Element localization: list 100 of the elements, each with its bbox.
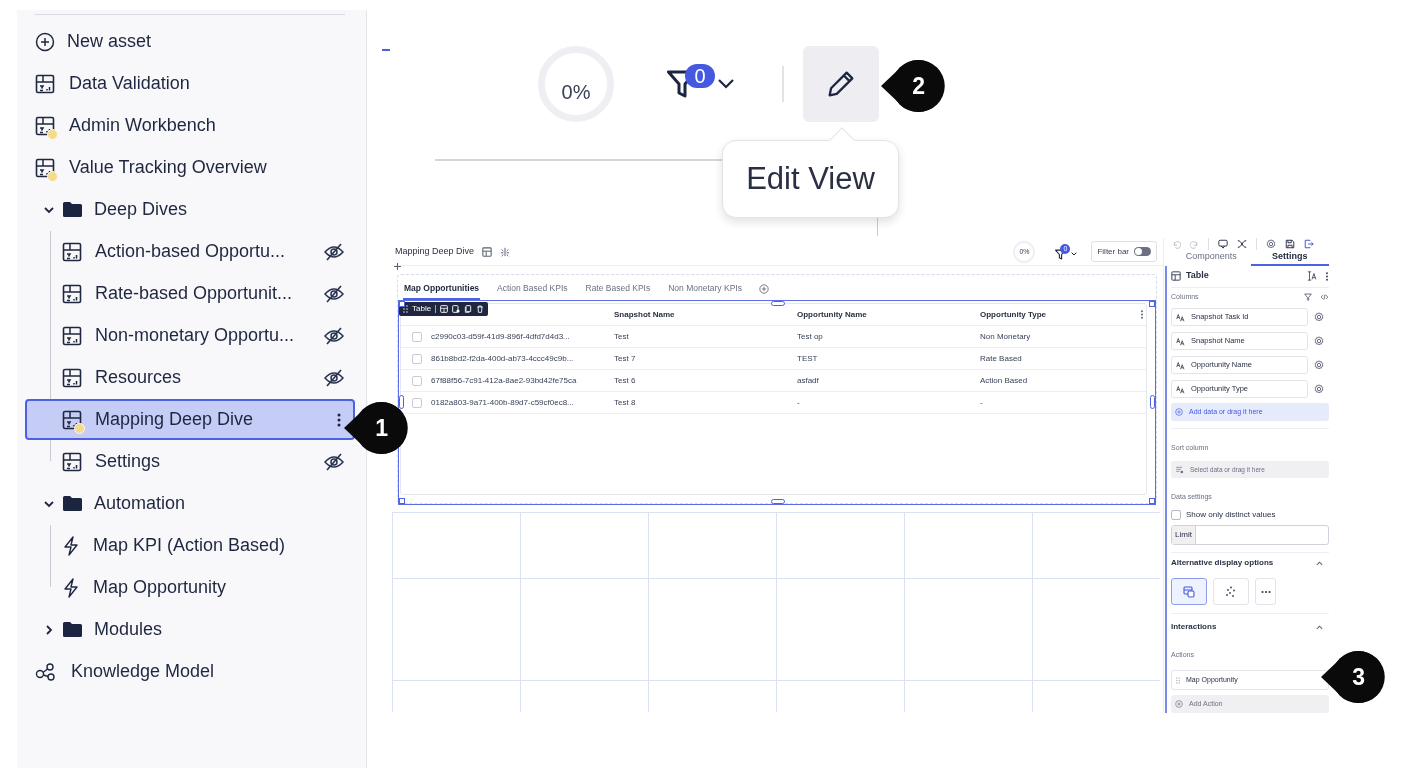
table-cell-text: Test [614, 330, 630, 343]
resize-handle[interactable] [771, 301, 785, 306]
eye-slash-icon[interactable] [323, 283, 345, 304]
table-cell-text: Action Based [980, 374, 1029, 387]
copy-icon [464, 305, 473, 313]
view-tab[interactable]: Map Opportunities [403, 278, 481, 300]
row-checkbox[interactable] [412, 331, 422, 342]
eye-slash-icon[interactable] [323, 325, 345, 346]
table-cell-text: 67f88f56-7c91-412a-8ae2-93bd42fe75ca [431, 374, 578, 387]
column-header: Opportunity Type [980, 308, 1048, 321]
resize-handle[interactable] [399, 301, 405, 307]
step-marker: 3 [1320, 650, 1385, 704]
sidebar-item[interactable]: Modules [25, 609, 355, 650]
resize-handle[interactable] [1149, 301, 1155, 307]
sidebar-item[interactable]: Data Validation [25, 63, 355, 104]
resize-handle[interactable] [771, 499, 785, 504]
column-menu-icon[interactable] [1140, 310, 1144, 319]
comment-icon [1218, 239, 1228, 249]
view-tab[interactable]: Non Monetary KPIs [667, 278, 743, 300]
plus-circle-icon [1175, 408, 1183, 416]
distinct-checkbox[interactable]: Show only distinct values [1171, 509, 1329, 521]
dashboard-icon [62, 367, 82, 388]
row-checkbox[interactable] [412, 397, 422, 408]
step-marker: 2 [880, 59, 945, 113]
eye-slash-icon[interactable] [323, 241, 345, 262]
sidebar-item[interactable]: Deep Dives [25, 189, 355, 230]
plus-circle-icon [1175, 700, 1183, 708]
sidebar-item[interactable]: Map KPI (Action Based) [25, 525, 355, 566]
undo-icon [1172, 239, 1181, 249]
gear-icon [1314, 384, 1324, 394]
layout-icon [440, 305, 449, 313]
table-icon [1171, 271, 1181, 281]
kebab-menu-icon[interactable] [337, 412, 341, 427]
table-cell-text: 0182a803-9a71-400b-89d7-c59cf0ec8... [431, 396, 575, 409]
folder-icon [63, 496, 82, 511]
row-checkbox[interactable] [412, 375, 422, 386]
caret-up-icon [1316, 624, 1323, 630]
gear-icon [1266, 239, 1276, 249]
dashboard-icon [35, 157, 55, 178]
list-icon [1175, 465, 1184, 474]
gear-icon [1314, 312, 1324, 322]
code-icon [1320, 292, 1329, 301]
drag-handle-icon [403, 305, 408, 313]
resize-handle[interactable] [399, 395, 404, 409]
bug-icon [500, 246, 511, 257]
more-icon [1260, 589, 1271, 594]
view-tab[interactable]: Rate Based KPIs [584, 278, 652, 300]
section-title: Interactions [1171, 621, 1217, 633]
dashboard-icon [62, 283, 82, 304]
view-tab[interactable]: Action Based KPIs [496, 278, 569, 300]
panel-tab[interactable]: Settings [1250, 250, 1329, 266]
sidebar-item[interactable]: Value Tracking Overview [25, 147, 355, 188]
sidebar-item[interactable]: Knowledge Model [25, 651, 355, 692]
filter-bar-toggle-button[interactable]: Filter bar [1091, 241, 1157, 262]
sidebar-item[interactable]: Resources [25, 357, 355, 398]
table-cell-text: Test 8 [614, 396, 637, 409]
dataset-icon [482, 246, 493, 257]
dashboard-icon [35, 115, 55, 136]
sidebar-item[interactable]: Admin Workbench [25, 105, 355, 146]
text-type-icon [1176, 336, 1185, 346]
sidebar-item[interactable]: Action-based Opportu... [25, 231, 355, 272]
save-icon [1285, 239, 1295, 249]
table-view-icon [1183, 585, 1195, 598]
sidebar-item[interactable]: Mapping Deep Dive [25, 399, 355, 440]
table-cell-text: Test 6 [614, 374, 637, 387]
panel-tab[interactable]: Components [1172, 250, 1251, 266]
exit-icon [1304, 239, 1314, 249]
edit-view-button[interactable] [803, 46, 879, 122]
row-checkbox[interactable] [412, 353, 422, 364]
table-cell-text: Test op [797, 330, 824, 343]
text-type-icon [1176, 312, 1185, 322]
table-cell-text: Rate Based [980, 352, 1023, 365]
dashboard-icon [62, 325, 82, 346]
sidebar-item[interactable]: New asset [25, 21, 355, 62]
dashboard-icon [62, 451, 82, 472]
text-type-icon [1176, 384, 1185, 394]
sidebar-item[interactable]: Automation [25, 483, 355, 524]
more-menu-icon[interactable] [1325, 271, 1329, 281]
toggle-switch[interactable] [1134, 247, 1151, 256]
edge-marker [382, 49, 390, 51]
table-cell-text: Non Monetary [980, 330, 1032, 343]
resize-handle[interactable] [1149, 498, 1155, 504]
chevron-down-icon [717, 78, 735, 90]
filter-icon [1304, 292, 1312, 301]
folder-icon [63, 622, 82, 637]
folder-icon [63, 202, 82, 217]
eye-slash-icon[interactable] [323, 367, 345, 388]
dashboard-icon [62, 409, 82, 430]
eye-slash-icon[interactable] [323, 451, 345, 472]
sidebar-item[interactable]: Map Opportunity [25, 567, 355, 608]
filter-button[interactable]: 0 [667, 64, 735, 104]
sidebar-item[interactable]: Non-monetary Opportu... [25, 315, 355, 356]
lightning-icon [62, 535, 80, 556]
resize-handle[interactable] [399, 498, 405, 504]
progress-ring: 0% [538, 46, 614, 122]
trash-icon [476, 305, 485, 313]
selected-table-widget[interactable] [398, 300, 1156, 505]
limit-field[interactable]: Limit [1171, 525, 1329, 545]
sidebar-item[interactable]: Rate-based Opportunit... [25, 273, 355, 314]
resize-handle[interactable] [1150, 395, 1155, 409]
